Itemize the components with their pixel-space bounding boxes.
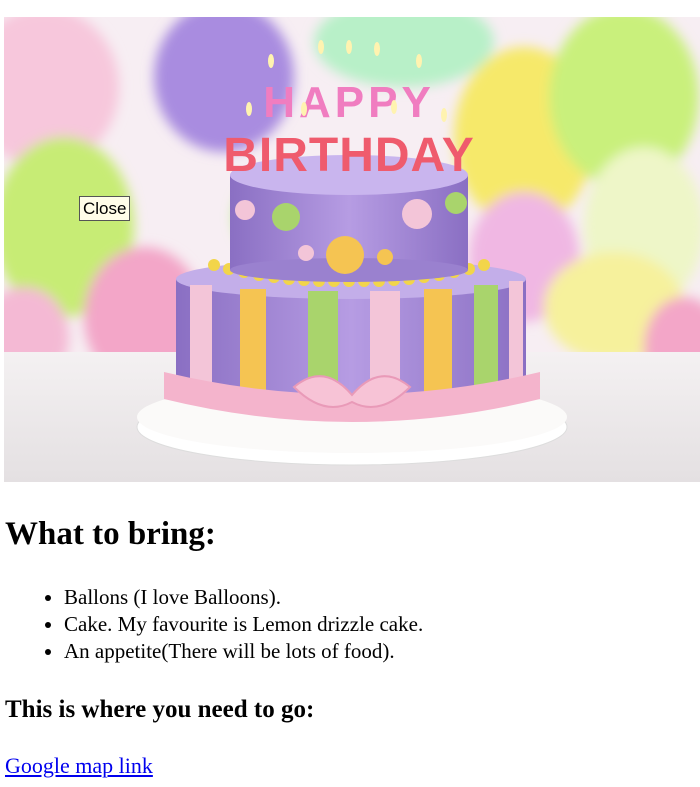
bring-list: Ballons (I love Balloons). Cake. My favo… bbox=[24, 584, 423, 665]
list-item: An appetite(There will be lots of food). bbox=[64, 638, 423, 665]
close-button[interactable]: Close bbox=[79, 196, 131, 221]
list-item: Ballons (I love Balloons). bbox=[64, 584, 423, 611]
candle-word-birthday: BIRTHDAY bbox=[223, 129, 475, 182]
candle-word-happy: HAPPY bbox=[263, 78, 435, 127]
where-to-go-heading: This is where you need to go: bbox=[5, 696, 315, 723]
google-map-link[interactable]: Google map link bbox=[5, 751, 153, 781]
list-item: Cake. My favourite is Lemon drizzle cake… bbox=[64, 611, 423, 638]
cake-illustration: HAPPY BIRTHDAY bbox=[4, 17, 700, 482]
birthday-cake-image: HAPPY BIRTHDAY bbox=[4, 17, 700, 482]
what-to-bring-heading: What to bring: bbox=[5, 516, 216, 552]
